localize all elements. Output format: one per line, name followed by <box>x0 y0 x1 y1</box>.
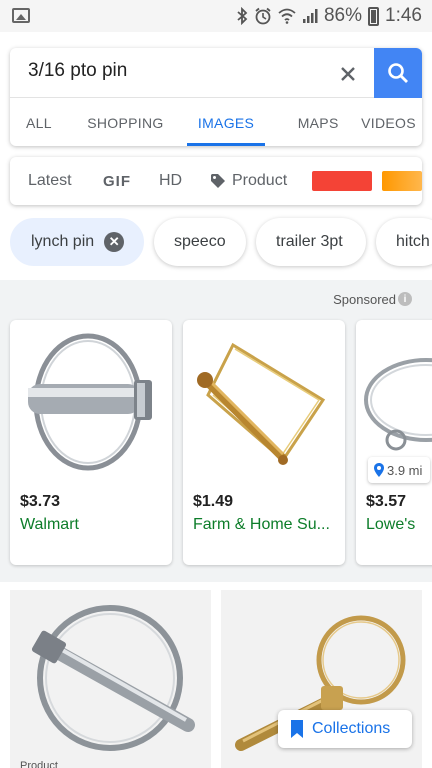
product-card[interactable]: 3.9 mi $3.57 Lowe's <box>356 320 432 565</box>
ring-pin-image <box>364 358 432 451</box>
remove-chip-icon[interactable]: ✕ <box>104 232 125 252</box>
chip-label: hitch <box>396 233 430 250</box>
status-bar: 86% 1:46 <box>0 0 432 32</box>
gallery-icon <box>12 8 30 23</box>
wire-lock-pin-image <box>197 342 326 465</box>
chip-trailer-3pt[interactable]: trailer 3pt <box>256 218 366 266</box>
collections-button[interactable]: Collections <box>278 710 412 748</box>
search-button[interactable] <box>374 48 422 98</box>
filter-bar: Latest GIF HD Product <box>10 157 422 205</box>
price: $3.57 <box>366 493 407 510</box>
filter-product-label: Product <box>232 172 288 189</box>
signal-icon <box>302 5 318 27</box>
location-pin-icon <box>374 463 384 477</box>
wifi-icon <box>278 5 296 27</box>
distance-text: 3.9 mi <box>387 462 423 478</box>
tab-maps[interactable]: MAPS <box>285 98 351 146</box>
filter-hd[interactable]: HD <box>159 172 182 190</box>
collections-label: Collections <box>312 720 391 737</box>
store-name: Farm & Home Su... <box>193 516 330 533</box>
product-tag: Product <box>20 760 58 768</box>
filter-product[interactable]: Product <box>210 172 287 190</box>
search-row <box>10 48 422 98</box>
close-icon[interactable] <box>333 59 363 89</box>
tab-all[interactable]: ALL <box>12 98 66 146</box>
battery-icon <box>368 6 380 26</box>
chip-label: speeco <box>174 233 226 250</box>
search-tabs: ALL SHOPPING IMAGES MAPS VIDEOS <box>10 98 422 146</box>
store-name: Walmart <box>20 516 79 533</box>
chip-speeco[interactable]: speeco <box>154 218 246 266</box>
filter-gif[interactable]: GIF <box>103 173 131 190</box>
product-card[interactable]: $1.49 Farm & Home Su... <box>183 320 345 565</box>
search-input[interactable] <box>28 60 328 82</box>
filter-latest[interactable]: Latest <box>28 172 72 190</box>
lynch-pin-image <box>28 333 152 471</box>
product-card[interactable]: $3.73 Walmart <box>10 320 172 565</box>
color-swatch-orange[interactable] <box>382 171 422 191</box>
lynch-pin-result-image <box>31 605 195 751</box>
clock-time: 1:46 <box>385 5 422 26</box>
search-icon <box>388 63 408 83</box>
tab-shopping[interactable]: SHOPPING <box>76 98 175 146</box>
store-name: Lowe's <box>366 516 416 533</box>
chip-label: trailer 3pt <box>276 233 343 250</box>
status-icons: 86% 1:46 <box>236 4 422 28</box>
price: $1.49 <box>193 493 234 510</box>
distance-badge: 3.9 mi <box>368 457 431 483</box>
sponsored-label: Sponsored <box>333 292 396 307</box>
battery-percent: 86% <box>323 5 363 26</box>
chip-lynch-pin[interactable]: lynch pin ✕ <box>10 218 144 266</box>
chip-hitch[interactable]: hitch <box>376 218 432 266</box>
image-result[interactable] <box>10 590 211 768</box>
color-swatch-red[interactable] <box>312 171 372 191</box>
tab-videos[interactable]: VIDEOS <box>361 98 422 146</box>
chip-label: lynch pin <box>31 233 95 250</box>
alarm-icon <box>254 5 272 27</box>
bookmark-icon <box>291 720 303 738</box>
info-icon[interactable]: i <box>398 292 412 306</box>
tag-icon <box>211 174 225 188</box>
tab-images[interactable]: IMAGES <box>186 98 266 146</box>
price: $3.73 <box>20 493 61 510</box>
bluetooth-icon <box>236 5 248 27</box>
search-box: ALL SHOPPING IMAGES MAPS VIDEOS <box>10 48 422 146</box>
